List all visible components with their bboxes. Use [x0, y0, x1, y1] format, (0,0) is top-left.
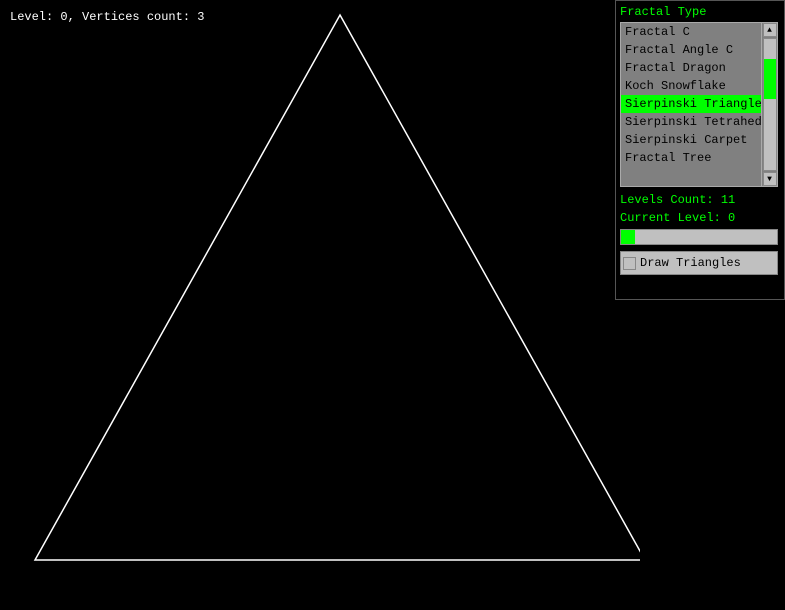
- fractal-list: Fractal CFractal Angle CFractal DragonKo…: [621, 23, 761, 186]
- list-item-1[interactable]: Fractal Angle C: [621, 41, 761, 59]
- list-item-0[interactable]: Fractal C: [621, 23, 761, 41]
- scroll-up-arrow[interactable]: ▲: [763, 23, 777, 37]
- scroll-down-arrow[interactable]: ▼: [763, 172, 777, 186]
- progress-bar[interactable]: [620, 229, 778, 245]
- draw-triangles-label: Draw Triangles: [636, 254, 775, 272]
- progress-bar-fill: [621, 230, 635, 244]
- fractal-canvas: [0, 0, 640, 610]
- levels-count-label: Levels Count: 11: [620, 193, 780, 207]
- control-panel: Fractal Type Fractal CFractal Angle CFra…: [615, 0, 785, 300]
- draw-triangles-checkbox[interactable]: [623, 257, 636, 270]
- current-level-label: Current Level: 0: [620, 211, 780, 225]
- list-item-7[interactable]: Fractal Tree: [621, 149, 761, 167]
- scrollbar[interactable]: ▲ ▼: [761, 23, 777, 186]
- list-item-6[interactable]: Sierpinski Carpet: [621, 131, 761, 149]
- draw-triangles-row[interactable]: Draw Triangles: [620, 251, 778, 275]
- status-text: Level: 0, Vertices count: 3: [10, 10, 204, 24]
- canvas-area: Level: 0, Vertices count: 3 Fractal Type…: [0, 0, 785, 610]
- list-item-4[interactable]: Sierpinski Triangle: [621, 95, 761, 113]
- scroll-track: [763, 38, 777, 171]
- fractal-list-container: Fractal CFractal Angle CFractal DragonKo…: [620, 22, 778, 187]
- list-item-2[interactable]: Fractal Dragon: [621, 59, 761, 77]
- scroll-thumb[interactable]: [764, 59, 776, 99]
- fractal-type-label: Fractal Type: [620, 5, 780, 19]
- list-item-3[interactable]: Koch Snowflake: [621, 77, 761, 95]
- list-item-5[interactable]: Sierpinski Tetrahedron: [621, 113, 761, 131]
